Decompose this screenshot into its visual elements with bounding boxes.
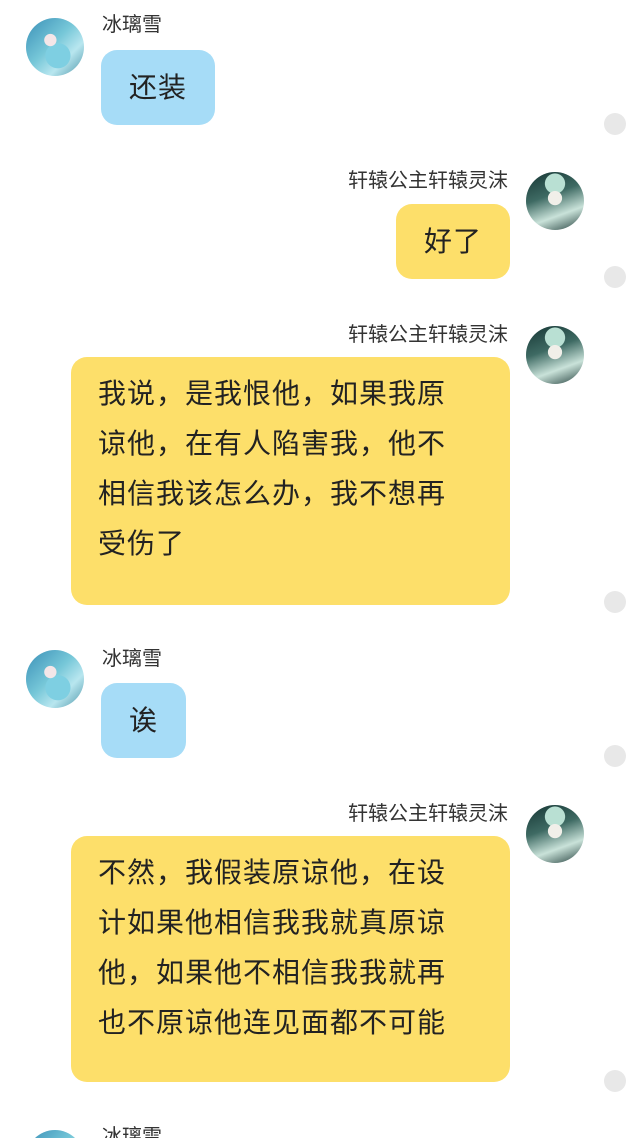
status-dot-icon <box>604 1070 626 1092</box>
avatar[interactable] <box>26 650 84 708</box>
message-row: 冰璃雪 <box>0 1115 640 1138</box>
message-line: 我说，是我恨他，如果我原 <box>98 377 447 410</box>
message-row: 轩辕公主轩辕灵沫 好了 <box>0 155 640 295</box>
message-row: 冰璃雪 还装 <box>0 0 640 140</box>
sender-name: 冰璃雪 <box>102 1124 162 1138</box>
avatar[interactable] <box>526 805 584 863</box>
message-line: 也不原谅他连见面都不可能 <box>98 1006 447 1039</box>
message-row: 冰璃雪 诶 <box>0 635 640 775</box>
message-bubble[interactable]: 诶 <box>101 683 187 758</box>
message-line: 计如果他相信我我就真原谅 <box>98 906 447 939</box>
message-line: 不然，我假装原谅他，在设 <box>98 856 447 889</box>
message-bubble[interactable]: 不然，我假装原谅他，在设 计如果他相信我我就真原谅 他，如果他不相信我我就再 也… <box>71 836 510 1082</box>
status-dot-icon <box>604 266 626 288</box>
message-row: 轩辕公主轩辕灵沫 不然，我假装原谅他，在设 计如果他相信我我就真原谅 他，如果他… <box>0 790 640 1100</box>
message-line: 他，如果他不相信我我就再 <box>98 956 447 989</box>
message-line: 受伤了 <box>98 527 186 560</box>
avatar[interactable] <box>26 1130 84 1138</box>
avatar[interactable] <box>26 18 84 76</box>
message-bubble[interactable]: 还装 <box>101 50 216 125</box>
sender-name: 轩辕公主轩辕灵沫 <box>348 168 508 192</box>
sender-name: 冰璃雪 <box>102 646 162 670</box>
message-bubble[interactable]: 我说，是我恨他，如果我原 谅他，在有人陷害我，他不 相信我该怎么办，我不想再 受… <box>71 357 510 605</box>
message-row: 轩辕公主轩辕灵沫 我说，是我恨他，如果我原 谅他，在有人陷害我，他不 相信我该怎… <box>0 310 640 620</box>
message-line: 谅他，在有人陷害我，他不 <box>98 427 447 460</box>
status-dot-icon <box>604 591 626 613</box>
avatar[interactable] <box>526 172 584 230</box>
status-dot-icon <box>604 113 626 135</box>
message-bubble[interactable]: 好了 <box>395 204 510 279</box>
avatar[interactable] <box>526 326 584 384</box>
sender-name: 冰璃雪 <box>102 12 162 36</box>
status-dot-icon <box>604 745 626 767</box>
sender-name: 轩辕公主轩辕灵沫 <box>348 322 508 346</box>
message-line: 相信我该怎么办，我不想再 <box>98 477 447 510</box>
sender-name: 轩辕公主轩辕灵沫 <box>348 801 508 825</box>
